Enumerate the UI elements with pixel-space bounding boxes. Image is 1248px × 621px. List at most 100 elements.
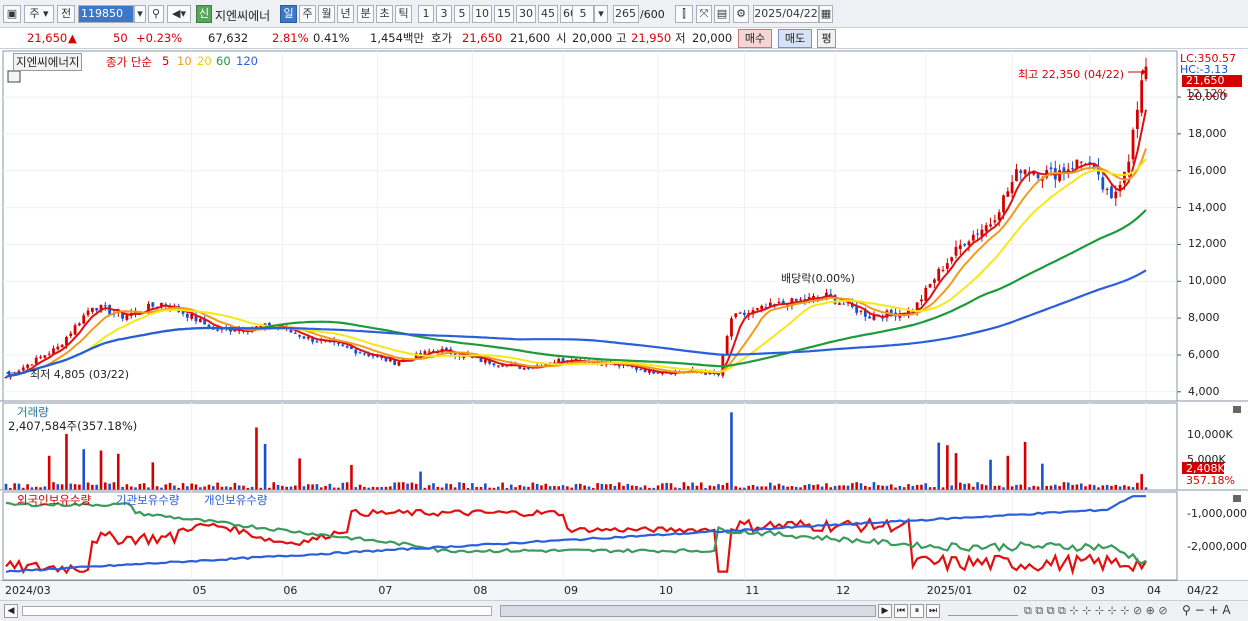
count-input[interactable]: 265 (613, 5, 639, 23)
stock-code-input[interactable]: 119850 (78, 5, 134, 23)
candle-body (872, 315, 876, 320)
average-button[interactable]: 평 (817, 29, 836, 48)
x-axis-label: 02 (1013, 584, 1028, 597)
scroll-right-icon[interactable]: ▶ (878, 604, 892, 618)
volume-bar (682, 482, 686, 490)
minute-3[interactable]: 3 (436, 5, 452, 23)
minute-30[interactable]: 30 (516, 5, 536, 23)
volume-bar (980, 484, 984, 490)
period-year[interactable]: 년 (337, 5, 354, 23)
candle-body (725, 335, 729, 355)
volume-bar (1136, 482, 1139, 490)
mode-select[interactable]: 주 ▾ (24, 5, 54, 23)
search-icon[interactable]: ⚲ (148, 5, 164, 23)
zoom-track[interactable] (948, 606, 1018, 616)
volume-bar (553, 485, 556, 490)
period-week[interactable]: 주 (299, 5, 316, 23)
minute-10[interactable]: 10 (472, 5, 492, 23)
x-axis-label: 11 (745, 584, 760, 597)
zoom-tools-icon[interactable]: ⚲ − + A (1182, 603, 1231, 617)
turnover-percent: 2.81% (272, 31, 309, 45)
volume-bar (1032, 485, 1036, 490)
volume-bar (216, 482, 219, 490)
candle-body (639, 369, 643, 371)
candle-body (125, 315, 129, 320)
candle-body (1006, 191, 1010, 197)
volume-bar (531, 482, 535, 490)
sell-button[interactable]: 매도 (778, 29, 812, 48)
ma-label: 종가 단순 (106, 55, 152, 69)
candle-type-icon[interactable]: ⫿ (675, 5, 693, 23)
volume-bar (643, 485, 647, 490)
candle-body (842, 303, 846, 305)
period-minute[interactable]: 분 (357, 5, 374, 23)
candle-body (363, 353, 366, 355)
candle-body (1023, 169, 1027, 175)
period-tick[interactable]: 틱 (395, 5, 412, 23)
minute-45[interactable]: 45 (538, 5, 558, 23)
count-max: /600 (640, 8, 665, 21)
minute-5[interactable]: 5 (454, 5, 470, 23)
volume-bar (950, 485, 953, 490)
quote-label: 호가 (431, 31, 453, 45)
high-annotation: 최고 22,350 (04/22) (1018, 68, 1125, 81)
tools-icon[interactable]: ⤧ (696, 5, 712, 23)
holdings-panel-close-icon[interactable] (1233, 495, 1241, 502)
volume-bar (350, 464, 353, 490)
window-icon[interactable]: ▣ (3, 5, 21, 23)
scroll-left-icon[interactable]: ◀ (4, 604, 18, 618)
scroll-thumb[interactable] (500, 605, 876, 617)
speaker-icon[interactable]: ◀▾ (167, 5, 191, 23)
volume-value: 67,632 (208, 31, 249, 45)
volume-bar (566, 486, 569, 490)
candle-body (1101, 177, 1105, 190)
volume-bar (777, 483, 781, 490)
minute-1[interactable]: 1 (418, 5, 434, 23)
volume-bar (898, 485, 902, 490)
volume-bar (656, 485, 660, 490)
buy-button[interactable]: 매수 (738, 29, 772, 48)
code-dropdown-icon[interactable]: ▾ (134, 5, 146, 23)
save-icon[interactable]: ▤ (714, 5, 730, 23)
volume-bar (717, 484, 720, 490)
period-month[interactable]: 월 (318, 5, 335, 23)
volume-bar (911, 485, 915, 490)
volume-bar (108, 483, 111, 490)
last-icon[interactable]: ⏭ (926, 604, 940, 618)
table-view-icon[interactable] (7, 70, 21, 83)
volume-bar (1079, 483, 1083, 490)
interval-dropdown-icon[interactable]: ▾ (594, 5, 608, 23)
interval-input[interactable]: 5 (572, 5, 594, 23)
pause-icon[interactable]: ⏸ (910, 604, 924, 618)
calendar-icon[interactable]: ▦ (819, 5, 833, 23)
scroll-track[interactable] (22, 606, 492, 616)
period-day[interactable]: 일 (280, 5, 297, 23)
candle-body (86, 310, 90, 316)
ma20-label: 20 (197, 54, 212, 68)
minute-15[interactable]: 15 (494, 5, 514, 23)
stock-tab[interactable]: 지엔씨에너지 (13, 53, 83, 71)
volume-bar (1114, 484, 1118, 490)
chart-area[interactable] (0, 49, 1248, 600)
volume-bar (138, 483, 142, 490)
candle-body (1002, 195, 1005, 213)
candle-body (734, 313, 738, 318)
volume-bar (1066, 482, 1070, 490)
volume-panel-close-icon[interactable] (1233, 406, 1241, 413)
drawing-tools-icon[interactable]: ⧉ ⧉ ⧉ ⧉ ⊹ ⊹ ⊹ ⊹ ⊹ ⊘ ⊕ ⊘ (1024, 604, 1168, 618)
volume-bar (484, 483, 487, 490)
up-arrow-icon: ▲ (68, 31, 77, 45)
first-icon[interactable]: ⏮ (894, 604, 908, 618)
candle-body (21, 367, 25, 371)
volume-bar (622, 485, 625, 490)
gear-icon[interactable]: ⚙ (733, 5, 749, 23)
type-button[interactable]: 전 (57, 5, 75, 23)
candle-body (82, 315, 86, 324)
ma120-label: 120 (236, 54, 258, 68)
candle-body (760, 305, 764, 310)
period-second[interactable]: 초 (376, 5, 393, 23)
date-input[interactable]: 2025/04/22 (753, 5, 819, 23)
volume-bar (604, 484, 608, 490)
candle-body (743, 312, 746, 315)
price-tick-label: 8,000 (1188, 311, 1220, 325)
